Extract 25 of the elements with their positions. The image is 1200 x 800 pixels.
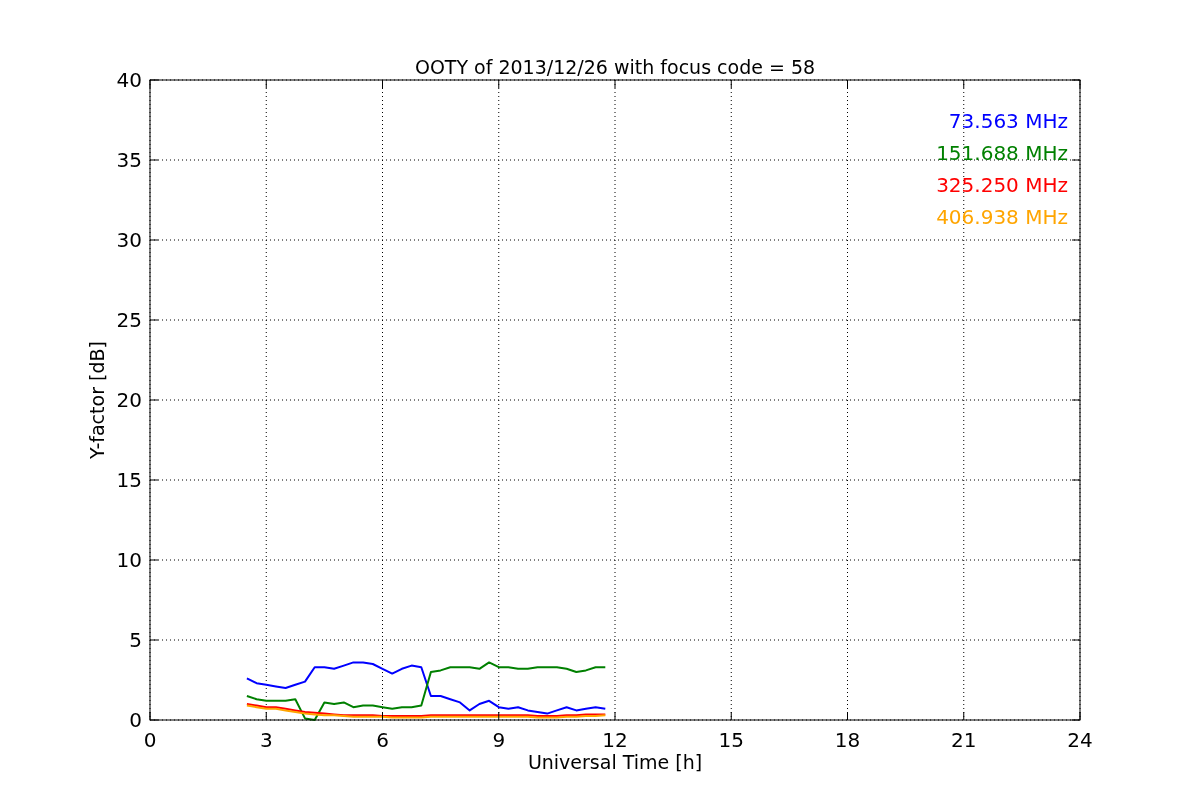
legend-label: 406.938 MHz	[936, 205, 1068, 229]
y-axis-label: Y-factor [dB]	[86, 341, 108, 459]
x-tick-label: 21	[951, 728, 977, 752]
x-axis-label: Universal Time [h]	[527, 751, 703, 773]
x-tick-label: 6	[376, 728, 389, 752]
chart-title: OOTY of 2013/12/26 with focus code = 58	[414, 56, 816, 78]
x-tick-label: 0	[143, 728, 157, 752]
legend-label: 73.563 MHz	[948, 109, 1068, 133]
x-tick-label: 18	[834, 728, 861, 752]
x-tick-label: 24	[1067, 728, 1093, 752]
y-tick-label: 30	[116, 228, 142, 252]
x-tick-label: 15	[718, 728, 744, 752]
y-tick-label: 40	[116, 68, 142, 92]
x-tick-label: 9	[492, 728, 506, 752]
y-tick-label: 20	[116, 388, 142, 412]
y-tick-label: 35	[116, 148, 142, 172]
x-tick-label: 12	[602, 728, 628, 752]
y-tick-label: 15	[116, 468, 142, 492]
y-tick-label: 5	[129, 628, 142, 652]
legend-label: 151.688 MHz	[936, 141, 1068, 165]
y-tick-label: 25	[116, 308, 142, 332]
y-tick-label: 0	[129, 708, 142, 732]
y-tick-label: 10	[116, 548, 142, 572]
x-tick-label: 3	[259, 728, 273, 752]
legend-label: 325.250 MHz	[936, 173, 1068, 197]
